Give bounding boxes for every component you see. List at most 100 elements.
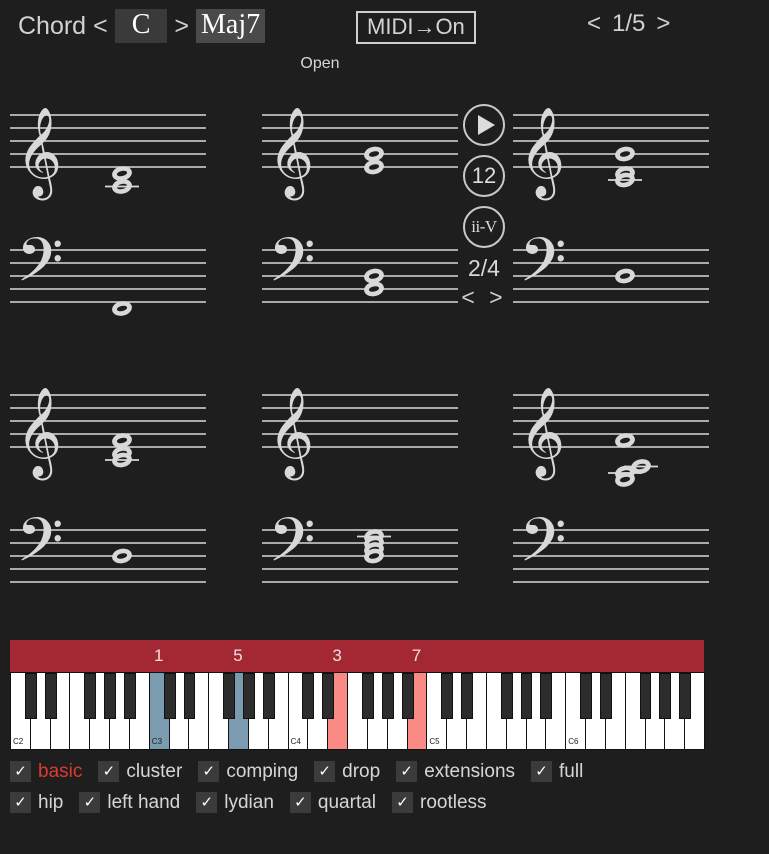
black-key[interactable] (679, 673, 692, 719)
black-key[interactable] (302, 673, 315, 719)
filter-basic[interactable]: ✓ basic (10, 761, 82, 783)
chord-quality-value[interactable]: Maj7 (196, 9, 266, 43)
filter-label: full (559, 760, 584, 782)
black-key[interactable] (361, 673, 374, 719)
staff-svg-2: 𝄞𝄢 (262, 107, 458, 311)
filter-label: basic (38, 760, 83, 782)
progression-button[interactable]: ii-V (463, 206, 505, 248)
degree-label: 3 (332, 646, 342, 665)
piano-keyboard[interactable]: 1537 C2 C3 C4 C5 C6 (10, 640, 705, 750)
treble-clef-icon: 𝄞 (268, 107, 314, 201)
bass-clef-icon: 𝄢 (16, 225, 64, 311)
bass-clef-icon: 𝄢 (519, 505, 567, 591)
staff-system-5[interactable]: 𝄞 𝄢 (262, 375, 458, 600)
black-key[interactable] (639, 673, 652, 719)
checkbox[interactable]: ✓ (10, 761, 31, 782)
midi-toggle-button[interactable]: MIDI→On (356, 11, 476, 45)
black-key[interactable] (84, 673, 97, 719)
page-next-button[interactable]: > (647, 10, 679, 38)
staff-svg-5: 𝄞𝄢 (262, 387, 458, 591)
treble-clef-icon: 𝄞 (16, 107, 62, 201)
black-key[interactable] (242, 673, 255, 719)
page-indicator: 1/5 (612, 10, 646, 37)
filter-drop[interactable]: ✓ drop (314, 761, 380, 783)
checkbox[interactable]: ✓ (198, 761, 220, 782)
filter-cluster[interactable]: ✓ cluster (98, 761, 182, 783)
inversion-arrows[interactable]: < > (461, 284, 506, 311)
filter-comping[interactable]: ✓ comping (198, 761, 298, 783)
checkbox[interactable]: ✓ (196, 792, 218, 813)
checkbox[interactable]: ✓ (396, 761, 418, 782)
filter-extensions[interactable]: ✓ extensions (396, 761, 515, 783)
black-key[interactable] (183, 673, 196, 719)
chord-selector: Chord < C > Maj7 (18, 8, 266, 44)
page-prev-button[interactable]: < (578, 10, 610, 38)
play-triangle-icon (478, 115, 495, 135)
black-key[interactable] (500, 673, 513, 719)
staff-system-1[interactable]: 𝄞 𝄢 (10, 95, 206, 320)
treble-clef-icon: 𝄞 (268, 387, 314, 481)
checkbox[interactable]: ✓ (79, 792, 101, 813)
staff-system-4[interactable]: 𝄞 𝄢 (10, 375, 206, 600)
black-key[interactable] (44, 673, 57, 719)
staff-svg-6: 𝄞𝄢 (513, 387, 709, 591)
bass-clef-icon: 𝄢 (268, 225, 316, 311)
whole-note (364, 281, 384, 297)
chord-root-value[interactable]: C (114, 9, 168, 43)
checkbox[interactable]: ✓ (531, 761, 553, 782)
header-bar: Chord < C > Maj7 MIDI→On < 1/5 > (0, 0, 769, 50)
black-key[interactable] (104, 673, 117, 719)
staff-system-3[interactable]: 𝄞 𝄢 (513, 95, 709, 320)
filter-left-hand[interactable]: ✓ left hand (79, 792, 180, 814)
treble-clef-icon: 𝄞 (16, 387, 62, 481)
checkbox[interactable]: ✓ (98, 761, 120, 782)
prev-root-button[interactable]: < (86, 13, 115, 39)
black-key[interactable] (441, 673, 454, 719)
staff-system-6[interactable]: 𝄞 𝄢 (513, 375, 709, 600)
checkbox[interactable]: ✓ (392, 792, 414, 813)
meter-label[interactable]: 2/4 (468, 255, 500, 282)
black-key[interactable] (262, 673, 275, 719)
black-key[interactable] (461, 673, 473, 719)
treble-clef-icon: 𝄞 (519, 387, 565, 481)
filter-quartal[interactable]: ✓ quartal (289, 791, 377, 814)
play-icon[interactable] (463, 104, 505, 146)
black-key[interactable] (520, 673, 533, 719)
filter-full[interactable]: ✓ full (531, 761, 583, 783)
keyboard-keys[interactable]: C2 C3 C4 C5 C6 (10, 672, 705, 750)
filter-label: comping (226, 760, 299, 782)
checkbox[interactable]: ✓ (10, 792, 31, 813)
black-key[interactable] (163, 673, 176, 719)
degree-label: 1 (153, 646, 164, 665)
black-key[interactable] (223, 673, 236, 719)
filter-label: left hand (107, 791, 181, 813)
checkbox[interactable]: ✓ (289, 792, 311, 813)
bars-count-button[interactable]: 12 (463, 155, 505, 197)
filter-row: ✓ basic ✓ cluster ✓ comping ✓ drop ✓ extensions ✓ f… (10, 756, 760, 787)
black-key[interactable] (124, 673, 136, 719)
black-key[interactable] (599, 673, 612, 719)
black-key[interactable] (322, 673, 335, 719)
black-key[interactable] (401, 673, 414, 719)
staff-svg-1: 𝄞𝄢 (10, 107, 206, 316)
staff-system-2[interactable]: 𝄞 𝄢 (262, 95, 458, 320)
degree-label: 7 (411, 646, 422, 665)
next-root-button[interactable]: > (167, 13, 196, 39)
filter-label: lydian (224, 791, 274, 813)
black-key[interactable] (381, 673, 394, 719)
black-key[interactable] (580, 673, 592, 719)
staff-svg-3: 𝄞𝄢 (513, 107, 709, 311)
filter-rootless[interactable]: ✓ rootless (392, 792, 487, 814)
filter-label: quartal (317, 791, 377, 813)
checkbox[interactable]: ✓ (314, 761, 336, 782)
black-key[interactable] (24, 673, 37, 719)
filter-label: hip (38, 791, 64, 813)
black-key[interactable] (659, 673, 672, 719)
filter-lydian[interactable]: ✓ lydian (196, 792, 274, 814)
filter-label: drop (342, 760, 381, 782)
filter-label: rootless (420, 791, 487, 813)
filter-label: extensions (424, 760, 516, 782)
filter-row: ✓ hip ✓ left hand ✓ lydian ✓ quartal ✓ rootless (10, 787, 760, 818)
black-key[interactable] (540, 673, 553, 719)
filter-hip[interactable]: ✓ hip (10, 792, 63, 814)
